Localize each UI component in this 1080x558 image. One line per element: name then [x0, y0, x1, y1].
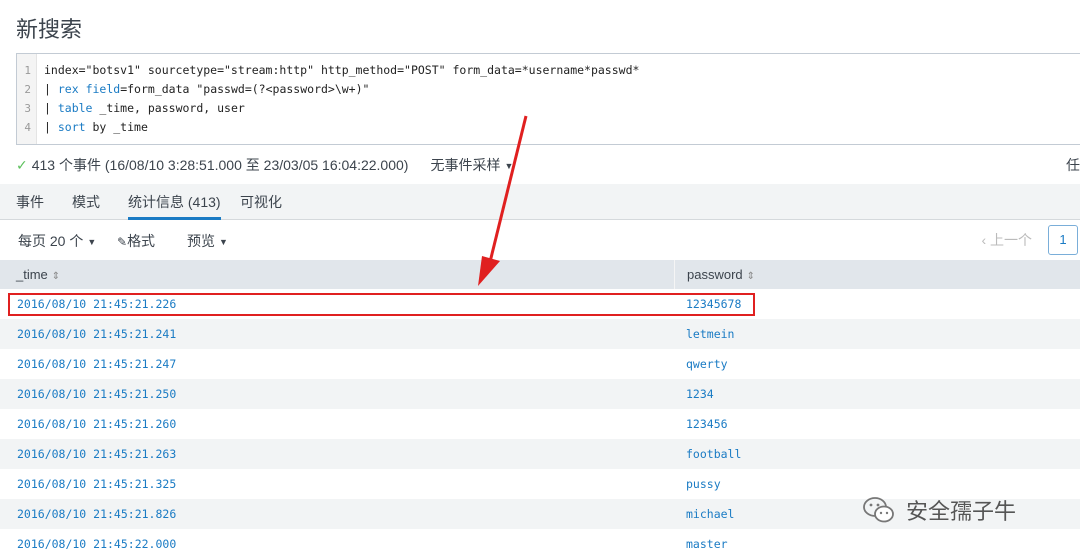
arrow-shaft: [488, 115, 528, 263]
arrow-annotation: [478, 115, 528, 286]
watermark-text: 安全孺子牛: [906, 500, 1017, 525]
arrow-head: [478, 256, 500, 286]
watermark: 安全孺子牛: [862, 494, 1016, 526]
wechat-icon: [863, 497, 894, 523]
